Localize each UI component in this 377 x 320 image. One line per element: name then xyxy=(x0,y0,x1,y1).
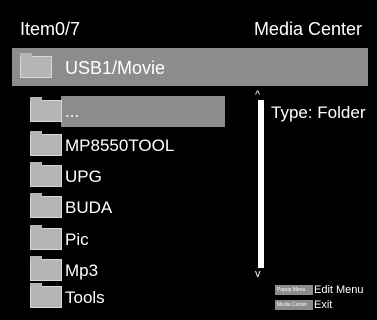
header-bar: Item0/7 Media Center xyxy=(0,0,377,46)
item-counter: Item0/7 xyxy=(20,19,81,39)
file-item-mp8550tool[interactable]: MP8550TOOL xyxy=(30,130,260,160)
file-item-label: Tools xyxy=(65,288,105,307)
file-item-parent[interactable]: ... xyxy=(30,96,260,127)
scroll-down-arrow-icon[interactable]: v xyxy=(255,268,261,280)
file-item-label: Mp3 xyxy=(65,261,99,280)
item-type-info: Type: Folder xyxy=(271,103,366,122)
file-list: ... MP8550TOOL UPG BUDA Pic Mp3 Tools xyxy=(0,96,240,320)
hint-action-label: Exit xyxy=(314,298,333,311)
popup-menu-key-icon: Popup Menu xyxy=(275,284,313,295)
folder-icon xyxy=(30,283,62,308)
hint-action-label: Edit Menu xyxy=(314,283,364,296)
file-item-label: ... xyxy=(65,102,80,121)
file-item-label: MP8550TOOL xyxy=(65,136,175,155)
folder-icon xyxy=(30,131,62,156)
file-item-mp3[interactable]: Mp3 xyxy=(30,255,260,285)
folder-icon xyxy=(30,97,62,122)
folder-icon xyxy=(30,162,62,187)
file-item-label: UPG xyxy=(65,167,102,186)
folder-icon xyxy=(30,225,62,250)
current-path-label: USB1/Movie xyxy=(65,58,166,78)
scrollbar[interactable] xyxy=(258,100,264,268)
file-item-pic[interactable]: Pic xyxy=(30,224,260,254)
app-title: Media Center xyxy=(253,19,362,39)
folder-icon xyxy=(20,53,52,78)
file-item-label: BUDA xyxy=(65,198,113,217)
file-item-label: Pic xyxy=(65,230,89,249)
hint-exit: Media Center Exit xyxy=(275,296,333,311)
selection-highlight xyxy=(61,96,225,127)
media-center-key-icon: Media Center xyxy=(275,299,313,310)
folder-icon xyxy=(30,256,62,281)
current-path-bar: USB1/Movie xyxy=(12,48,368,86)
file-item-tools[interactable]: Tools xyxy=(30,282,260,312)
file-item-upg[interactable]: UPG xyxy=(30,161,260,191)
file-item-buda[interactable]: BUDA xyxy=(30,192,260,222)
hint-edit-menu: Popup Menu Edit Menu xyxy=(275,281,364,296)
folder-icon xyxy=(30,193,62,218)
